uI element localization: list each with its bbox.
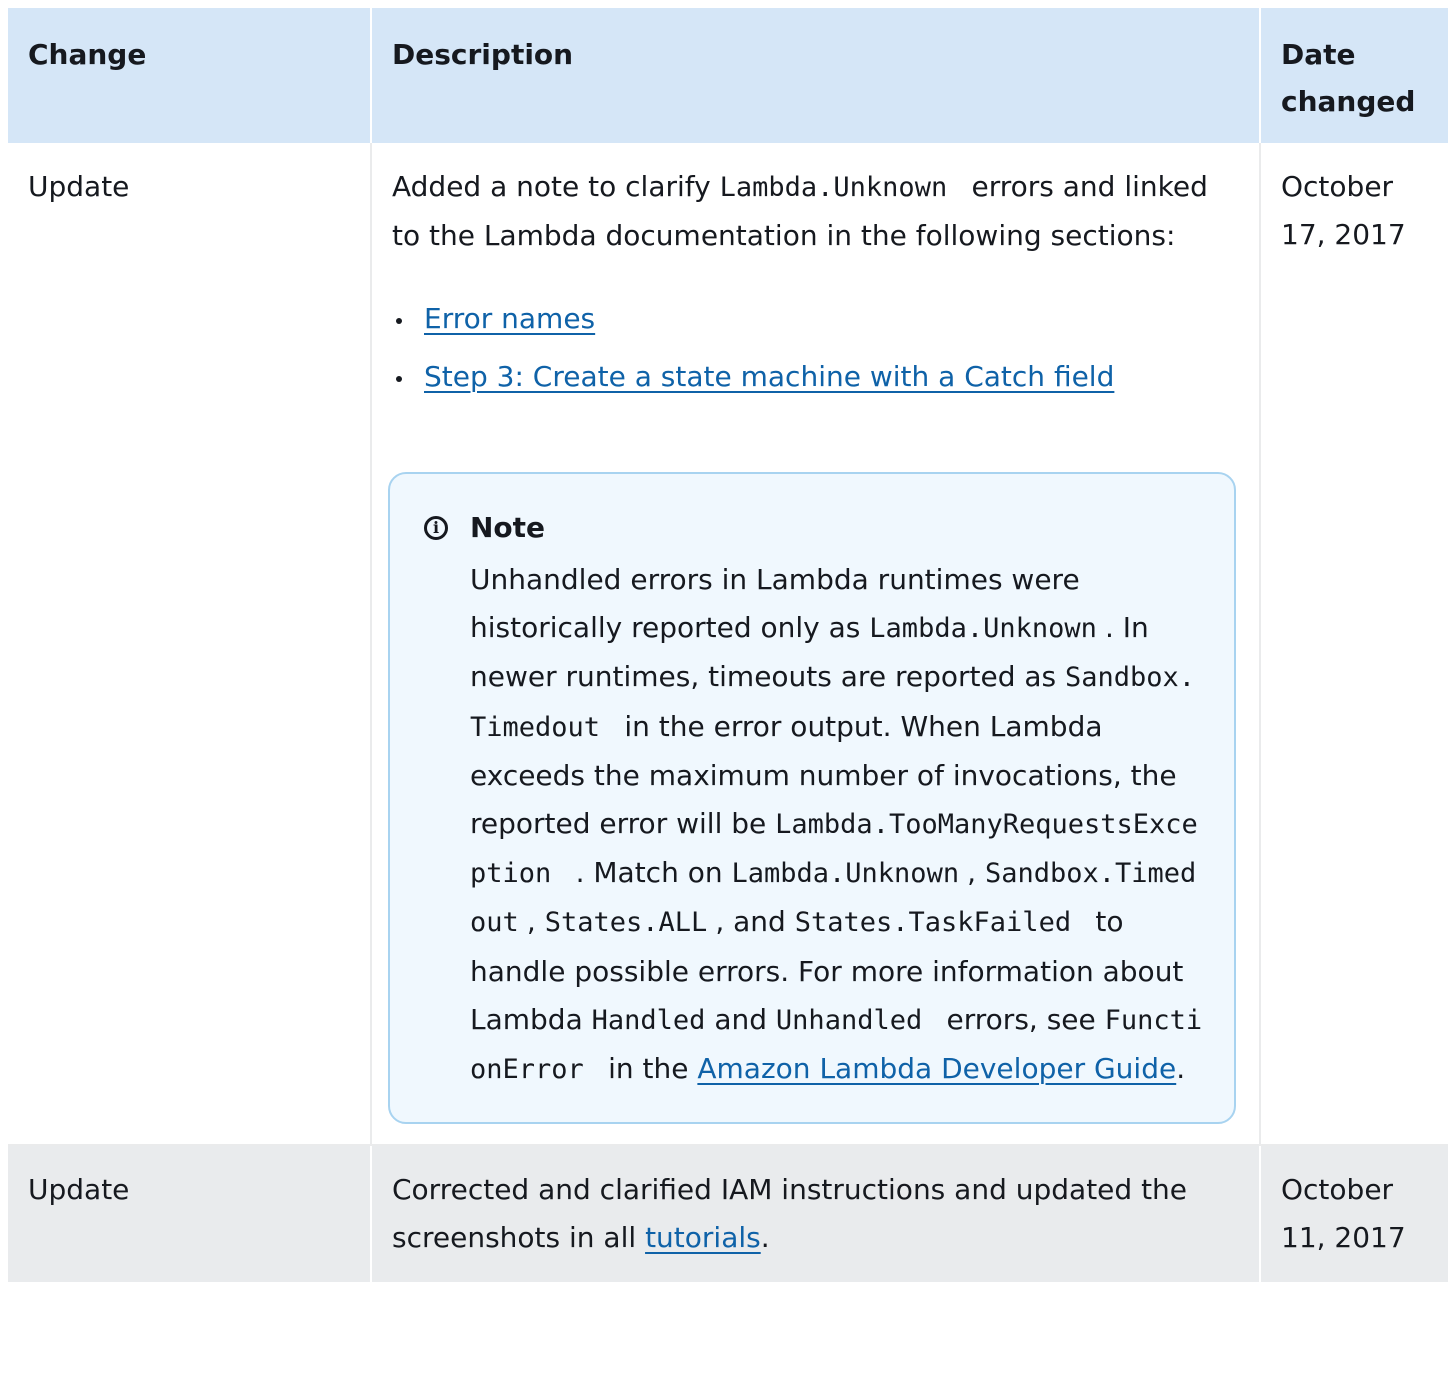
text-run: errors, see [946, 1002, 1105, 1036]
description-cell: Added a note to clarify Lambda.Unknown er… [372, 143, 1261, 1147]
inline-code: Handled [591, 1004, 706, 1036]
column-header-change: Change [8, 8, 372, 143]
text-run: . [760, 1221, 770, 1255]
text-run: . [1176, 1052, 1186, 1086]
text-run: , [967, 856, 985, 890]
column-header-description: Description [372, 8, 1261, 143]
text-run: , and [715, 905, 795, 939]
inline-code: States.TaskFailed [794, 907, 1072, 939]
inline-code: States.ALL [544, 907, 708, 939]
tutorials-link[interactable]: tutorials [645, 1221, 761, 1254]
create-state-machine-link[interactable]: Step 3: Create a state machine with a Ca… [424, 360, 1114, 393]
inline-code: Unhandled [775, 1004, 923, 1036]
change-cell: Update [8, 143, 372, 1147]
info-circle-icon: i [424, 516, 448, 540]
list-item: Error names [396, 290, 1239, 348]
column-header-date: Date changed [1261, 8, 1448, 143]
date-cell: October 17, 2017 [1261, 143, 1448, 1147]
link-list: Error names Step 3: Create a state machi… [392, 290, 1239, 406]
inline-code: Lambda.Unknown [719, 172, 948, 203]
change-cell: Update [8, 1146, 372, 1283]
lambda-developer-guide-link[interactable]: Amazon Lambda Developer Guide [697, 1052, 1176, 1085]
inline-code: Lambda.Unknown [731, 858, 960, 890]
note-title: Note [470, 511, 546, 544]
table-row: Update Corrected and clarified IAM instr… [8, 1146, 1448, 1283]
text-run: . Match on [575, 856, 732, 890]
description-text: Added a note to clarify Lambda.Unknown er… [392, 163, 1239, 260]
list-item: Step 3: Create a state machine with a Ca… [396, 348, 1239, 406]
text-run: Added a note to clarify [392, 170, 720, 203]
document-history-table: Change Description Date changed Update A… [8, 8, 1448, 1283]
text-run: , [526, 905, 545, 939]
text-run: Corrected and clarified IAM instructions… [392, 1173, 1188, 1255]
date-cell: October 11, 2017 [1261, 1146, 1448, 1283]
note-callout: i Note Unhandled errors in Lambda runtim… [388, 472, 1236, 1125]
note-body: Unhandled errors in Lambda runtimes were… [470, 556, 1204, 1094]
text-run: in the [608, 1052, 698, 1086]
error-names-link[interactable]: Error names [424, 302, 595, 335]
table-row: Update Added a note to clarify Lambda.Un… [8, 143, 1448, 1147]
text-run: and [705, 1002, 776, 1036]
description-cell: Corrected and clarified IAM instructions… [372, 1146, 1261, 1283]
inline-code: Lambda.Unknown [869, 613, 1097, 645]
table-header-row: Change Description Date changed [8, 8, 1448, 143]
